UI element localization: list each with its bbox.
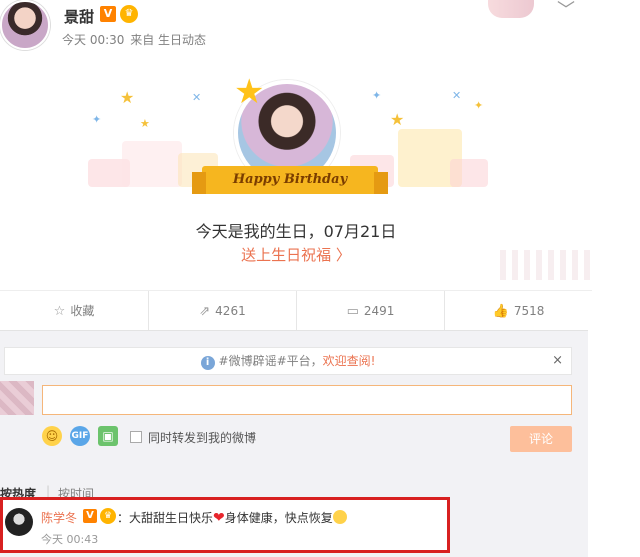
verified-badge: V xyxy=(100,6,116,22)
gift-box-decoration xyxy=(450,159,488,187)
username[interactable]: 景甜 xyxy=(64,6,94,27)
comment-text-part2: 身体健康，快点恢复 xyxy=(224,511,333,525)
favorite-button[interactable]: ☆ 收藏 xyxy=(0,291,148,331)
star-decoration-icon: ✕ xyxy=(452,89,462,102)
user-avatar[interactable] xyxy=(0,0,50,50)
like-icon: 👍 xyxy=(492,304,509,319)
star-icon: ☆ xyxy=(53,304,66,319)
repost-checkbox[interactable] xyxy=(130,431,142,443)
birthday-message: 今天是我的生日，07月21日 xyxy=(195,222,397,241)
commenter-avatar[interactable] xyxy=(5,508,33,536)
thumbnail-decoration xyxy=(488,0,534,18)
comment-icon: ▭ xyxy=(346,304,359,319)
post-meta: 今天 00:30 来自 生日动态 xyxy=(62,31,206,48)
like-count: 7518 xyxy=(513,304,545,318)
favorite-label: 收藏 xyxy=(70,304,95,318)
big-star-icon: ★ xyxy=(234,72,265,112)
repost-checkbox-label[interactable]: 同时转发到我的微博 xyxy=(148,429,256,446)
birthday-card: ★ ✦ ★ ✕ ✦ ★ ✕ ✦ ★ Happy Birthday xyxy=(82,62,494,207)
post-source: 来自 生日动态 xyxy=(130,33,207,47)
comment-text: ：大甜甜生日快乐❤身体健康，快点恢复 xyxy=(117,509,347,526)
close-icon[interactable]: × xyxy=(552,348,563,374)
comment-time: 今天 00:43 xyxy=(41,533,99,546)
member-level-icon: ♛ xyxy=(100,508,116,524)
gif-icon[interactable]: GIF xyxy=(70,426,90,446)
verified-badge: V xyxy=(83,509,97,523)
gift-box-decoration xyxy=(122,141,182,187)
post-time[interactable]: 今天 00:30 xyxy=(62,33,124,47)
emoji-icon[interactable]: ☺ xyxy=(42,426,62,446)
comment-count: 2491 xyxy=(363,304,395,318)
blurred-decoration xyxy=(500,250,590,280)
submit-comment-button[interactable]: 评论 xyxy=(510,426,572,452)
happy-birthday-ribbon: Happy Birthday xyxy=(192,166,388,194)
highlighted-comment: 陈学冬 V ♛ ：大甜甜生日快乐❤身体健康，快点恢复 今天 00:43 xyxy=(0,497,450,553)
notice-highlight[interactable]: 欢迎查阅! xyxy=(323,354,376,368)
comment-button[interactable]: ▭ 2491 xyxy=(296,291,444,331)
commenter-name[interactable]: 陈学冬 xyxy=(41,509,77,526)
star-decoration-icon: ✦ xyxy=(92,113,102,126)
heart-icon: ❤ xyxy=(213,510,225,526)
like-button[interactable]: 👍 7518 xyxy=(444,291,592,331)
my-avatar xyxy=(0,381,34,415)
star-decoration-icon: ✕ xyxy=(192,91,202,104)
star-decoration-icon: ★ xyxy=(390,110,405,129)
info-icon: i xyxy=(200,356,215,370)
notice-text[interactable]: #微博辟谣#平台， xyxy=(219,354,323,368)
rumor-notice-banner: i #微博辟谣#平台，欢迎查阅! × xyxy=(4,347,572,375)
crying-face-icon xyxy=(332,510,347,524)
repost-icon: ⇗ xyxy=(199,304,211,319)
comment-input[interactable] xyxy=(42,385,572,415)
star-decoration-icon: ★ xyxy=(140,117,150,130)
sort-separator: | xyxy=(46,484,51,498)
repost-count: 4261 xyxy=(215,304,246,318)
member-level-icon: ♛ xyxy=(120,5,138,23)
star-decoration-icon: ✦ xyxy=(474,99,484,112)
image-icon[interactable]: ▣ xyxy=(98,426,118,446)
star-decoration-icon: ★ xyxy=(120,88,135,107)
comment-text-part1: ：大甜甜生日快乐 xyxy=(117,511,214,525)
chevron-down-icon[interactable]: ﹀ xyxy=(557,0,575,22)
repost-button[interactable]: ⇗ 4261 xyxy=(148,291,296,331)
star-decoration-icon: ✦ xyxy=(372,89,382,102)
comment-section: i #微博辟谣#平台，欢迎查阅! × ☺ GIF ▣ 同时转发到我的微博 评论 按… xyxy=(0,330,588,557)
action-bar: ☆ 收藏 ⇗ 4261 ▭ 2491 👍 7518 xyxy=(0,290,592,331)
